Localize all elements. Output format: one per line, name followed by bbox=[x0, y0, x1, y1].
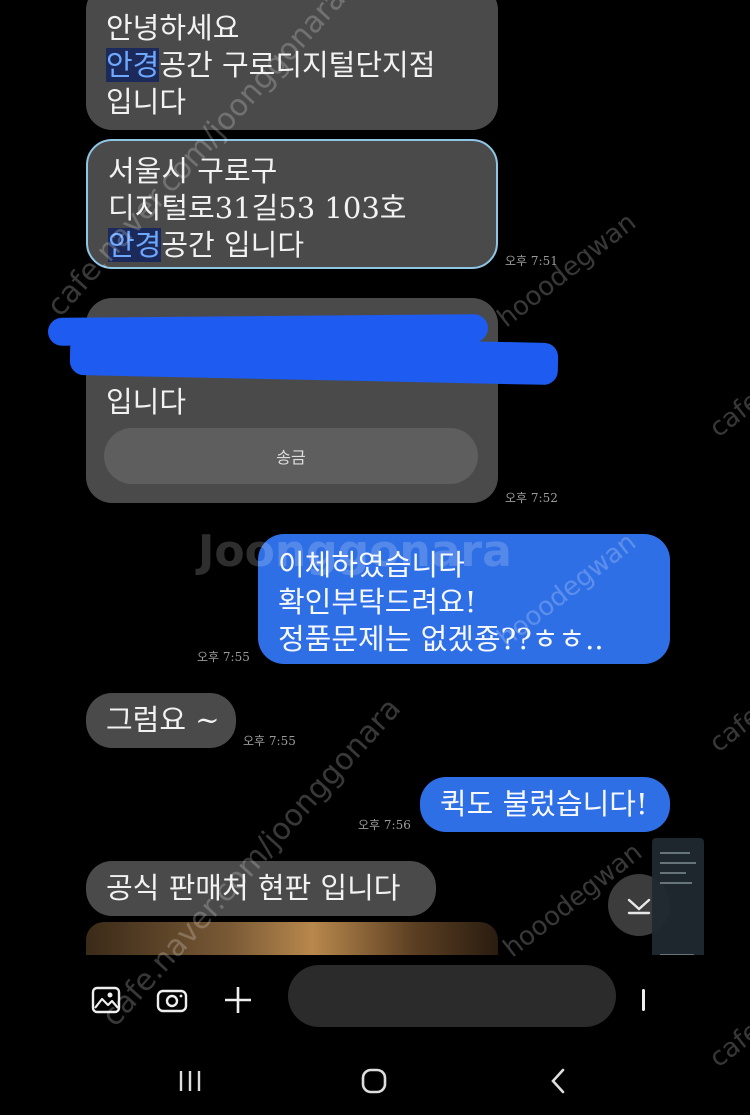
message-line: 확인부탁드려요! bbox=[278, 585, 477, 619]
message-received[interactable]: 안녕하세요 안경공간 구로디지털단지점 입니다 bbox=[86, 0, 498, 130]
voice-button[interactable] bbox=[636, 982, 650, 1018]
message-time: 오후 7:56 bbox=[358, 818, 411, 832]
message-received[interactable]: 공식 판매처 현판 입니다 bbox=[86, 861, 436, 916]
message-sent[interactable]: 이체하였습니다 확인부탁드려요! 정품문제는 없겠죵??ㅎㅎ.. bbox=[258, 534, 670, 664]
gallery-button[interactable] bbox=[86, 980, 126, 1020]
message-line: 정품문제는 없겠죵??ㅎㅎ.. bbox=[278, 622, 604, 656]
message-line: 서울시 구로구 bbox=[108, 154, 278, 188]
message-time: 오후 7:51 bbox=[505, 254, 558, 268]
message-sent[interactable]: 퀵도 불렀습니다! bbox=[420, 777, 670, 832]
message-time: 오후 7:52 bbox=[505, 491, 558, 505]
attach-plus-button[interactable] bbox=[218, 980, 258, 1020]
message-received-selected[interactable]: 서울시 구로구 디지털로31길53 103호 안경공간 입니다 bbox=[86, 139, 498, 269]
send-money-button[interactable]: 송금 bbox=[104, 428, 478, 484]
message-time: 오후 7:55 bbox=[243, 734, 296, 748]
home-button[interactable] bbox=[354, 1063, 394, 1099]
message-line: 안경공간 입니다 bbox=[108, 228, 304, 262]
message-line: 안경공간 구로디지털단지점 bbox=[106, 48, 436, 82]
message-time: 오후 7:55 bbox=[197, 650, 250, 664]
chat-area: 안녕하세요 안경공간 구로디지털단지점 입니다 서울시 구로구 디지털로31길5… bbox=[0, 0, 750, 955]
message-line: 입니다 bbox=[106, 85, 187, 119]
back-icon bbox=[551, 1068, 565, 1094]
camera-button[interactable] bbox=[152, 980, 192, 1020]
message-received[interactable]: 그럼요 ~ bbox=[86, 693, 236, 748]
highlight-keyword: 안경 bbox=[108, 228, 162, 262]
message-line: 디지털로31길53 103호 bbox=[108, 191, 407, 225]
gallery-icon bbox=[91, 986, 121, 1014]
message-line: 안녕하세요 bbox=[106, 11, 240, 45]
recent-apps-icon bbox=[179, 1071, 201, 1091]
image-message-preview[interactable] bbox=[86, 922, 498, 955]
message-line: 퀵도 불렀습니다! bbox=[440, 787, 648, 821]
message-input[interactable] bbox=[288, 965, 616, 1027]
plus-icon bbox=[225, 987, 251, 1013]
recent-apps-button[interactable] bbox=[170, 1065, 210, 1097]
message-line: 그럼요 ~ bbox=[106, 703, 220, 737]
system-navigation-bar bbox=[0, 1045, 750, 1115]
chevron-down-icon bbox=[627, 898, 651, 915]
home-icon bbox=[361, 1068, 387, 1094]
back-button[interactable] bbox=[538, 1063, 578, 1099]
highlight-keyword: 안경 bbox=[106, 48, 160, 82]
camera-icon bbox=[156, 989, 188, 1013]
message-line: 입니다 bbox=[106, 385, 187, 419]
message-line: 이체하였습니다 bbox=[278, 548, 465, 582]
message-line: 공식 판매처 현판 입니다 bbox=[106, 871, 401, 905]
